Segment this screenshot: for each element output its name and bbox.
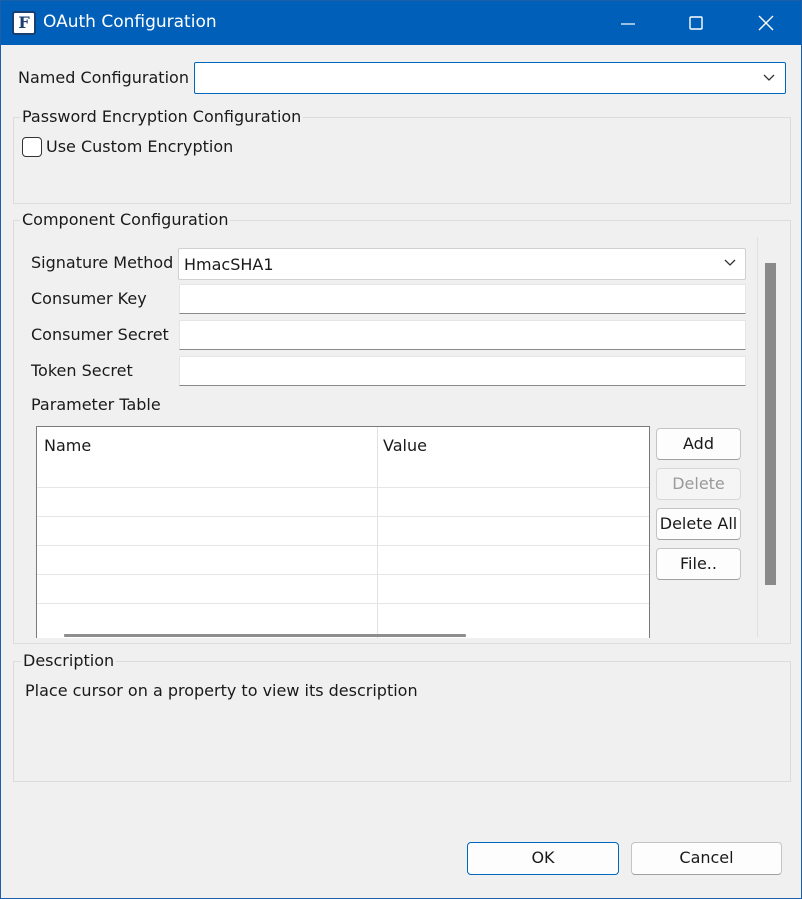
password-encryption-group — [13, 117, 791, 204]
consumer-key-label: Consumer Key — [31, 289, 147, 308]
component-configuration-title: Component Configuration — [20, 210, 231, 229]
close-icon — [758, 15, 774, 31]
use-custom-encryption-checkbox[interactable] — [22, 137, 42, 157]
vertical-scrollbar-track[interactable] — [757, 237, 758, 637]
table-row[interactable] — [37, 545, 649, 546]
parameter-table[interactable]: Name Value — [36, 426, 650, 638]
delete-all-button[interactable]: Delete All — [656, 508, 741, 540]
signature-method-select[interactable]: HmacSHA1 — [178, 248, 746, 280]
chevron-down-icon — [763, 74, 775, 81]
oauth-configuration-dialog: F OAuth Configuration Named Configuratio… — [0, 0, 802, 899]
consumer-secret-input[interactable] — [179, 320, 746, 350]
minimize-button[interactable] — [605, 1, 651, 45]
maximize-button[interactable] — [673, 1, 719, 45]
parameter-table-label: Parameter Table — [31, 395, 161, 414]
app-icon: F — [12, 11, 36, 35]
named-configuration-label: Named Configuration — [18, 68, 189, 87]
table-row[interactable] — [37, 574, 649, 575]
column-header-value[interactable]: Value — [383, 436, 427, 455]
file-button[interactable]: File.. — [656, 548, 741, 580]
table-row[interactable] — [37, 603, 649, 604]
signature-method-label: Signature Method — [31, 253, 174, 272]
window-title: OAuth Configuration — [43, 12, 217, 32]
description-group — [13, 661, 791, 782]
signature-method-value: HmacSHA1 — [184, 255, 274, 274]
description-title: Description — [21, 651, 117, 670]
description-text: Place cursor on a property to view its d… — [25, 681, 418, 700]
consumer-key-input[interactable] — [179, 284, 746, 314]
consumer-secret-label: Consumer Secret — [31, 325, 169, 344]
title-bar: F OAuth Configuration — [1, 1, 801, 45]
named-configuration-select[interactable] — [194, 62, 786, 94]
table-row[interactable] — [37, 516, 649, 517]
table-row[interactable] — [37, 487, 649, 488]
column-header-name[interactable]: Name — [44, 436, 91, 455]
column-divider[interactable] — [377, 427, 378, 638]
table-horizontal-scrollbar[interactable] — [64, 634, 466, 637]
token-secret-input[interactable] — [179, 356, 746, 386]
add-button[interactable]: Add — [656, 428, 741, 460]
password-encryption-title: Password Encryption Configuration — [20, 107, 304, 126]
ok-button[interactable]: OK — [467, 842, 619, 875]
delete-button[interactable]: Delete — [656, 468, 741, 500]
close-button[interactable] — [743, 1, 789, 45]
maximize-icon — [689, 16, 703, 30]
vertical-scrollbar-thumb[interactable] — [765, 263, 776, 585]
chevron-down-icon — [724, 259, 736, 266]
use-custom-encryption-label[interactable]: Use Custom Encryption — [46, 137, 233, 156]
minimize-icon — [621, 23, 635, 25]
cancel-button[interactable]: Cancel — [631, 842, 782, 875]
token-secret-label: Token Secret — [31, 361, 133, 380]
